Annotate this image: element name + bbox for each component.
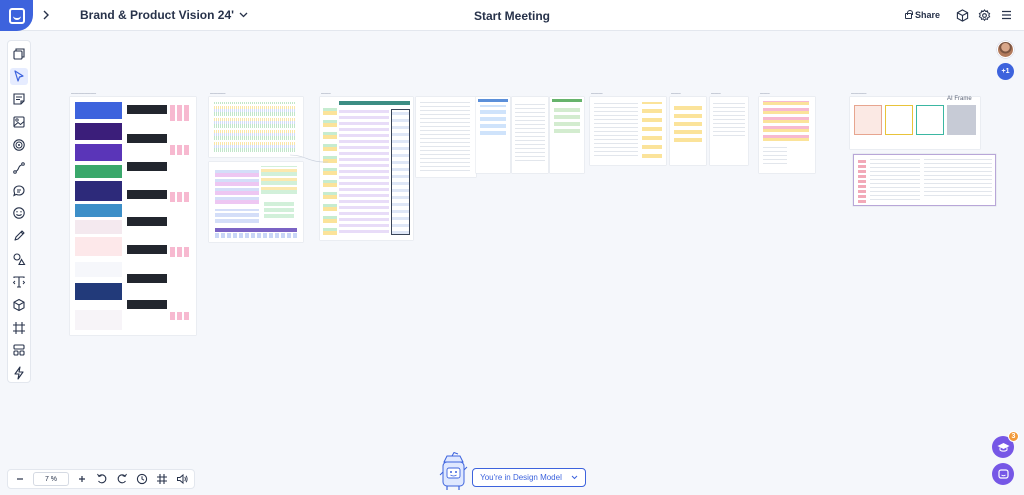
mascot-illustration	[439, 452, 468, 490]
frame-label: ▁▁▁▁▁	[760, 91, 770, 94]
frame-label: ▁▁▁▁▁▁	[591, 91, 603, 94]
logo-icon	[8, 7, 25, 24]
frame-label: ▁▁▁▁▁	[671, 91, 681, 94]
frame-notes-a[interactable]	[590, 97, 666, 165]
user-avatar[interactable]	[997, 41, 1014, 58]
chat-icon	[997, 468, 1009, 479]
history-button[interactable]	[135, 472, 149, 486]
zoom-out-button[interactable]	[13, 472, 27, 486]
undo-button[interactable]	[95, 472, 109, 486]
sound-button[interactable]	[175, 472, 189, 486]
top-bar: Brand & Product Vision 24' Start Meeting…	[0, 0, 1024, 31]
frame-label: ▁▁▁▁▁	[711, 91, 721, 94]
expand-sidebar-button[interactable]	[38, 7, 54, 23]
3d-cube-button[interactable]	[955, 8, 969, 22]
frame-column-green[interactable]	[550, 97, 584, 173]
frame-text-doc[interactable]	[416, 97, 476, 177]
zoom-in-button[interactable]	[75, 472, 89, 486]
frame-text-doc-b[interactable]	[512, 97, 548, 173]
frame-label: ▁▁▁▁▁▁▁▁▁▁▁▁▁	[71, 91, 96, 94]
frame-label: ▁▁▁▁▁	[321, 91, 331, 94]
frame-sticky-cluster-a[interactable]	[209, 97, 303, 157]
whiteboard-canvas[interactable]: ▁▁▁▁▁▁▁▁▁▁▁▁▁ ▁▁▁▁▁▁▁▁ ▁▁▁▁▁ ▁▁▁▁▁▁ ▁▁▁▁…	[0, 31, 1024, 495]
frame-kanban[interactable]	[320, 97, 413, 240]
chevron-right-icon	[43, 10, 49, 20]
lock-icon	[905, 10, 913, 19]
frame-notes-d[interactable]	[759, 97, 815, 173]
more-collaborators-badge[interactable]: +1	[997, 63, 1014, 80]
frame-column-blue[interactable]	[476, 97, 510, 173]
design-mode-dropdown[interactable]: You're in Design Model	[472, 468, 586, 487]
speaker-icon	[177, 473, 188, 485]
graduation-cap-icon	[997, 442, 1009, 452]
gear-icon	[978, 8, 990, 21]
cube-icon	[956, 8, 968, 22]
hamburger-menu-icon	[1001, 10, 1011, 20]
share-label: Share	[915, 10, 941, 20]
frame-sticky-cluster-b[interactable]	[209, 162, 303, 242]
frame-table[interactable]	[853, 154, 996, 206]
connector-line	[290, 154, 329, 163]
frame-label: ▁▁▁▁▁▁▁▁	[210, 91, 226, 94]
main-menu-button[interactable]	[999, 8, 1013, 22]
frame-notes-b[interactable]	[670, 97, 706, 165]
frame-ai[interactable]: AI Frame	[850, 96, 980, 149]
board-title-text: Brand & Product Vision 24'	[80, 8, 234, 22]
minus-icon	[17, 478, 23, 480]
plus-icon	[79, 476, 85, 482]
grid-icon	[157, 474, 167, 484]
start-meeting-button[interactable]: Start Meeting	[474, 9, 550, 23]
grid-toggle-button[interactable]	[155, 472, 169, 486]
frame-label: ▁▁▁▁▁▁▁▁	[851, 91, 867, 94]
chevron-down-icon	[239, 12, 248, 18]
frame-notes-c[interactable]	[710, 97, 748, 165]
settings-button[interactable]	[977, 8, 991, 22]
support-chat-button[interactable]	[992, 463, 1014, 485]
ai-frame-title: AI Frame	[947, 96, 972, 102]
undo-icon	[97, 473, 107, 484]
zoom-controls: 7 %	[7, 469, 195, 489]
share-button[interactable]: Share	[905, 10, 940, 20]
app-logo[interactable]	[0, 0, 33, 31]
board-title[interactable]: Brand & Product Vision 24'	[80, 8, 248, 22]
zoom-level-input[interactable]: 7 %	[33, 472, 69, 486]
design-mode-label: You're in Design Model	[480, 473, 562, 482]
clock-icon	[136, 473, 148, 485]
notification-badge: 3	[1008, 431, 1019, 442]
redo-button[interactable]	[115, 472, 129, 486]
chevron-down-icon	[571, 475, 578, 480]
frame-landing-pages[interactable]	[70, 97, 196, 335]
redo-icon	[117, 473, 127, 484]
